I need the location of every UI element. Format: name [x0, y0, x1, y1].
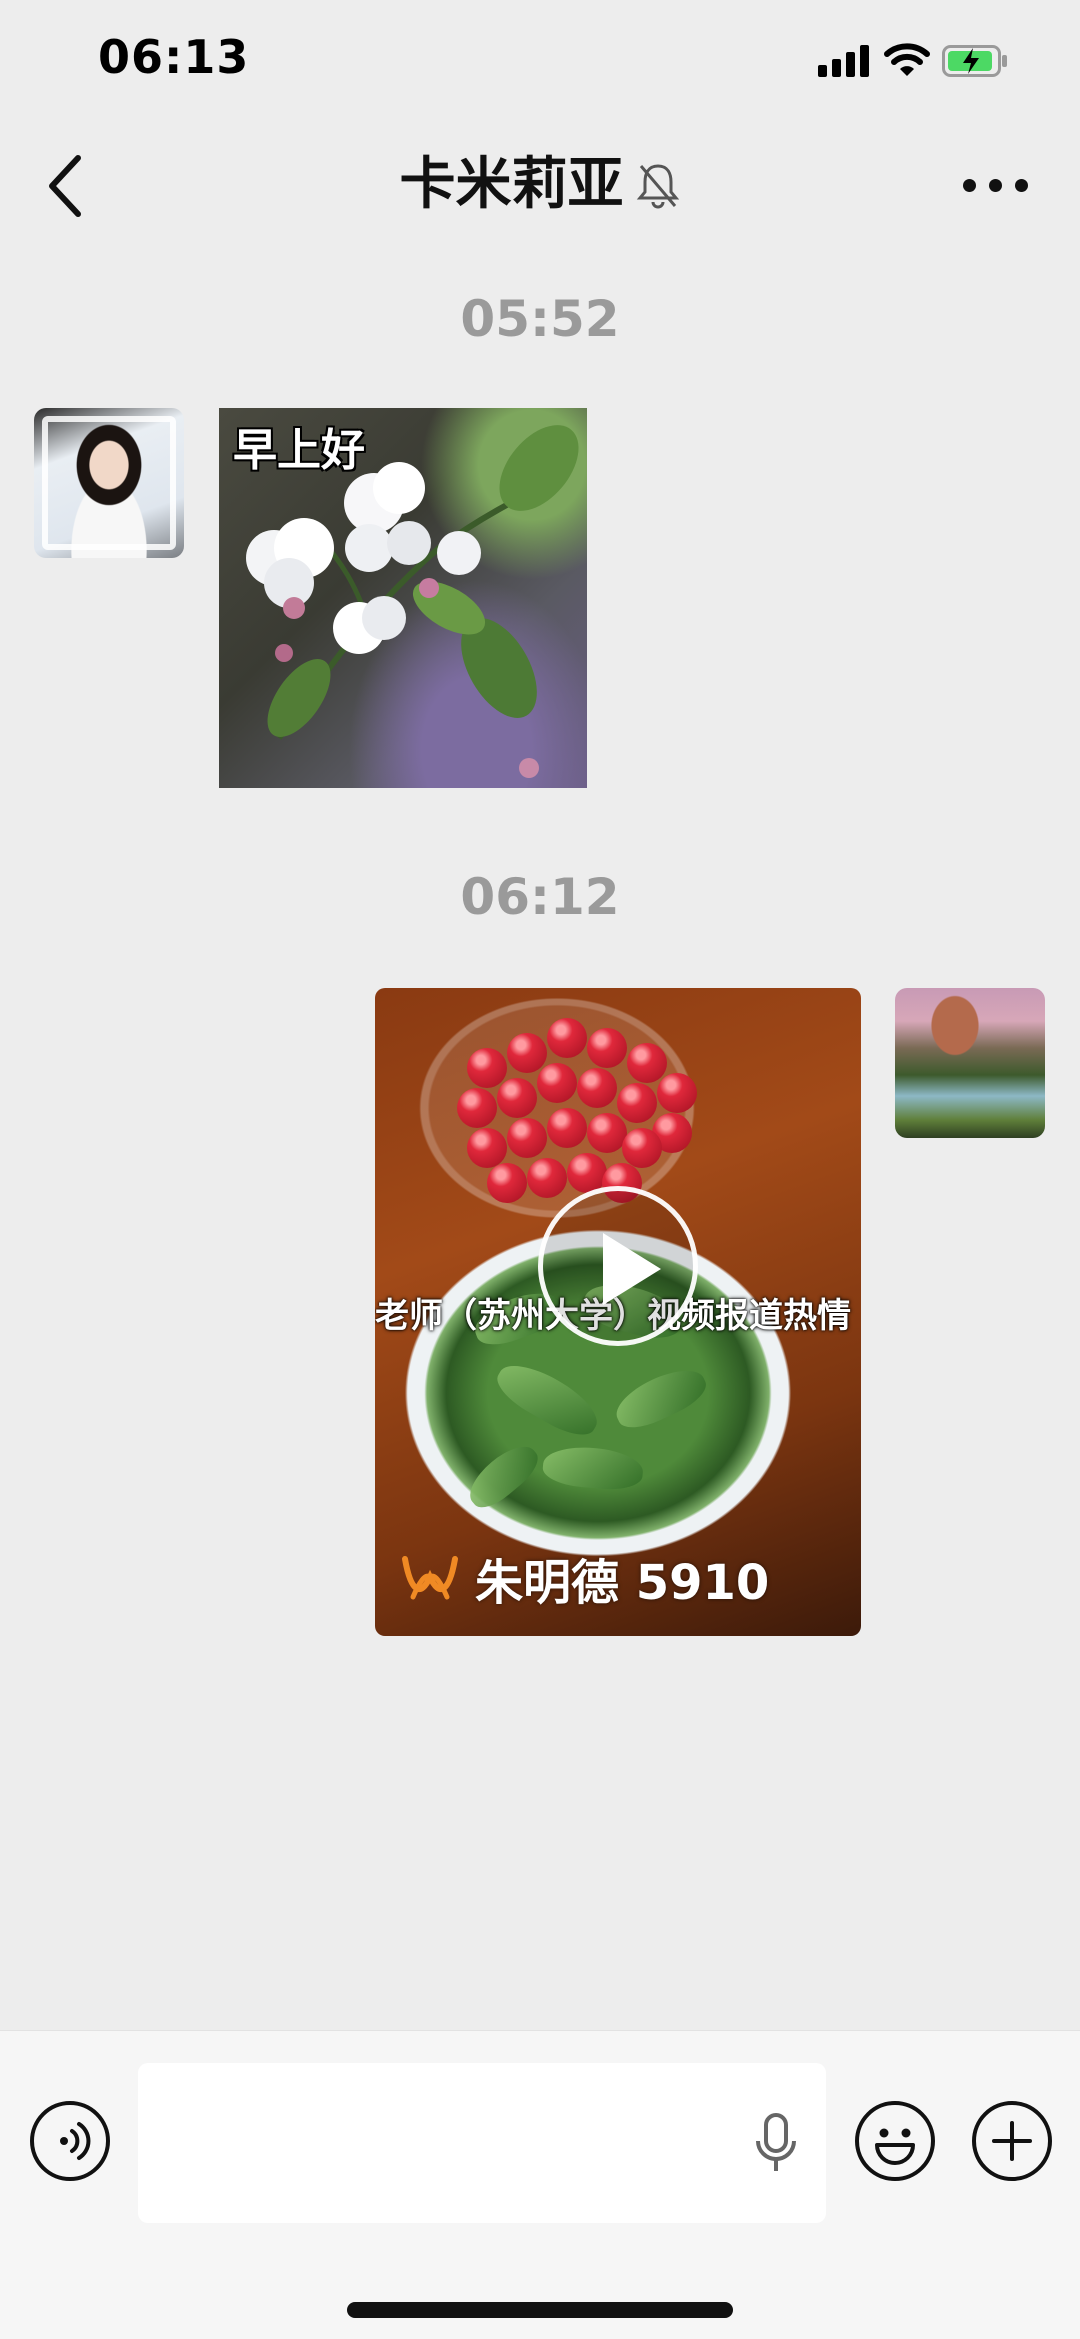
title-area: 卡米莉亚: [0, 140, 1080, 230]
video-watermark: 朱明德 5910: [401, 1548, 769, 1611]
home-indicator[interactable]: [347, 2302, 733, 2318]
wifi-icon: [884, 43, 930, 76]
battery-charging-icon: [942, 45, 1007, 77]
chat-screen: 06:13 卡米莉亚 05:52 早上好 06:12 老师（苏州大学）视频报道热…: [0, 0, 1080, 2339]
cellular-signal-icon: [818, 45, 870, 77]
input-bar: [0, 2030, 1080, 2339]
tomato-plate: [407, 988, 707, 1228]
video-app-logo-icon: [402, 1556, 458, 1600]
status-time: 06:13: [98, 30, 250, 84]
chat-title: 卡米莉亚: [399, 152, 624, 217]
play-icon[interactable]: [538, 1186, 698, 1346]
video-watermark-text: 朱明德 5910: [475, 1555, 770, 1611]
image-message[interactable]: 早上好: [219, 408, 587, 788]
voice-mode-icon[interactable]: [30, 2101, 110, 2181]
message-input[interactable]: [138, 2063, 826, 2223]
mute-bell-icon: [636, 164, 679, 209]
my-avatar[interactable]: [895, 988, 1045, 1138]
add-attachment-icon[interactable]: [972, 2101, 1052, 2181]
more-options-icon[interactable]: [955, 170, 1035, 200]
microphone-icon[interactable]: [752, 2111, 800, 2175]
emoji-icon[interactable]: [855, 2101, 935, 2181]
message-timestamp: 06:12: [460, 868, 620, 926]
contact-avatar[interactable]: [34, 408, 184, 558]
nav-bar: 卡米莉亚: [0, 130, 1080, 240]
status-bar: 06:13: [0, 0, 1080, 120]
image-caption: 早上好: [233, 425, 365, 476]
message-timestamp: 05:52: [460, 290, 620, 348]
video-message[interactable]: 老师（苏州大学）视频报道热情 朱明德 5910: [375, 988, 861, 1636]
